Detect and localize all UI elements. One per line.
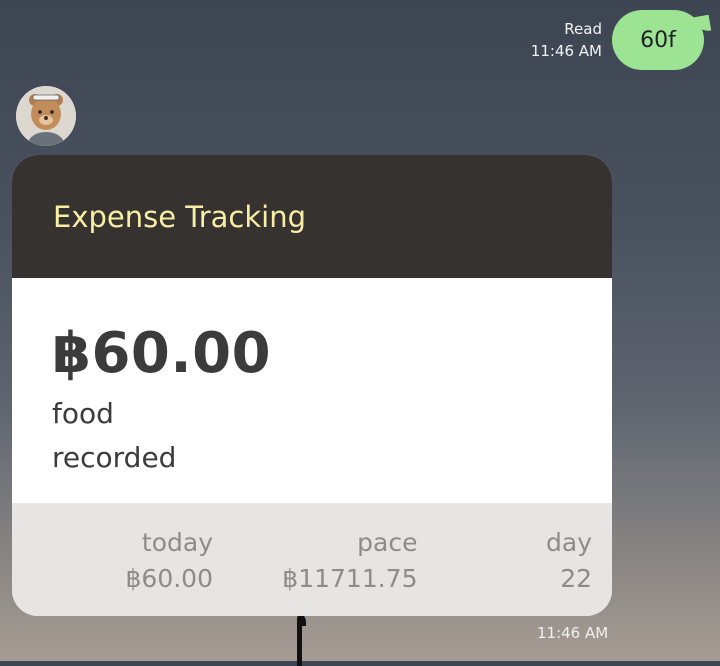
sent-message-text: 60f <box>640 27 676 53</box>
sent-message-meta: Read 11:46 AM <box>531 18 602 62</box>
sent-message-bubble[interactable]: 60f <box>612 10 704 70</box>
stat-day-value: 22 <box>560 564 592 593</box>
expense-status: recorded <box>52 441 177 474</box>
stat-today: today ฿60.00 <box>117 525 213 616</box>
card-stats: today ฿60.00 pace ฿11711.75 day 22 <box>12 503 612 616</box>
expense-card[interactable]: Expense Tracking ฿60.00 food recorded to… <box>12 155 612 616</box>
bear-avatar-icon <box>16 86 76 146</box>
card-header: Expense Tracking <box>12 155 612 278</box>
stat-pace: pace ฿11711.75 <box>268 525 418 616</box>
bot-avatar[interactable] <box>16 86 76 146</box>
card-title: Expense Tracking <box>53 199 307 234</box>
stat-pace-label: pace <box>357 528 418 557</box>
expense-category: food <box>52 397 114 430</box>
received-timestamp: 11:46 AM <box>537 624 609 642</box>
read-receipt: Read <box>564 20 602 38</box>
stat-day: day 22 <box>472 525 592 616</box>
expense-amount: ฿60.00 <box>52 321 272 386</box>
stat-today-label: today <box>141 528 213 557</box>
card-body: ฿60.00 food recorded <box>12 278 612 503</box>
stat-pace-value: ฿11711.75 <box>282 564 418 593</box>
stat-today-value: ฿60.00 <box>125 564 213 593</box>
stat-day-label: day <box>546 528 592 557</box>
background-lamp-post <box>297 616 302 666</box>
sent-timestamp: 11:46 AM <box>530 42 602 60</box>
